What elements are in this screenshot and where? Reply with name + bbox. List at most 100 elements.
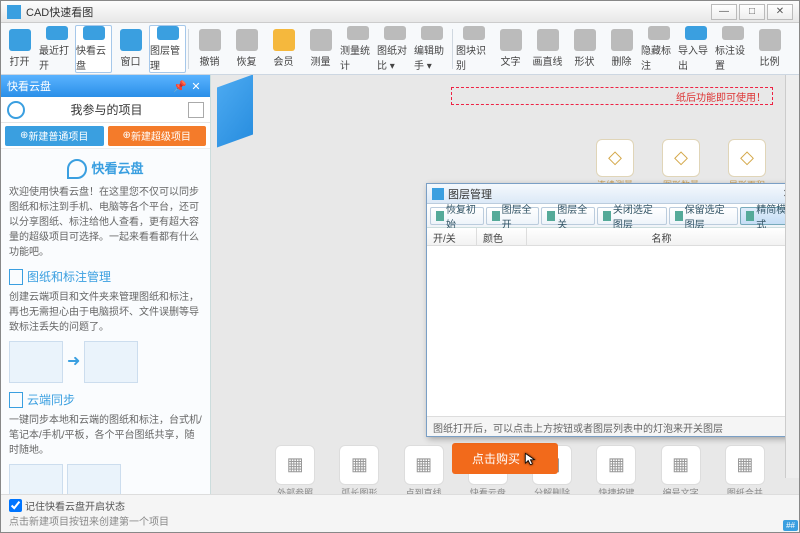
toolbar-cloud[interactable]: 快看云盘 <box>75 25 112 73</box>
thumb <box>84 341 138 383</box>
remember-checkbox-input[interactable] <box>9 499 22 512</box>
maximize-button[interactable]: □ <box>739 4 765 20</box>
feature-icon: ▦ <box>725 445 765 485</box>
statusbar: 记住快看云盘开启状态 点击新建项目按钮来创建第一个项目 <box>1 494 799 532</box>
toolbar-hide[interactable]: 隐藏标注 <box>640 25 677 73</box>
thumb <box>9 464 63 494</box>
block-icon <box>463 26 485 40</box>
close-button[interactable]: ✕ <box>767 4 793 20</box>
cloud-icon <box>83 26 105 40</box>
annset-icon <box>722 26 744 40</box>
panel-subheader: 我参与的项目 <box>1 97 210 123</box>
cloud-icon <box>7 101 25 119</box>
toolbar-recent[interactable]: 最近打开 <box>38 25 75 73</box>
toolbar-shape[interactable]: 形状 <box>566 25 603 73</box>
btn-icon <box>603 211 611 221</box>
toolbar-mstat[interactable]: 测量统计 <box>339 25 376 73</box>
btn-icon <box>547 211 555 221</box>
app-title: CAD快速看图 <box>26 4 93 20</box>
thumb <box>67 464 121 494</box>
window-icon <box>120 29 142 51</box>
toolbar-undo[interactable]: 撤销 <box>191 25 228 73</box>
new-super-project-button[interactable]: ⊕ 新建超级项目 <box>108 126 207 146</box>
toolbar-del[interactable]: 删除 <box>603 25 640 73</box>
section-heading-2: 云端同步 <box>9 391 202 409</box>
toolbar-text[interactable]: 文字 <box>492 25 529 73</box>
feature-icon: ▦ <box>596 445 636 485</box>
vip-icon <box>273 29 295 51</box>
dialog-columns: 开/关 颜色 名称 <box>427 228 797 246</box>
toolbar-measure[interactable]: 测量 <box>302 25 339 73</box>
toolbar-scale[interactable]: 比例 <box>751 25 788 73</box>
pin-icon[interactable]: 📌 <box>172 80 188 93</box>
toolbar-redo[interactable]: 恢复 <box>228 25 265 73</box>
feature-icon: ▦ <box>275 445 315 485</box>
toolbar-io[interactable]: 导入导出 <box>677 25 714 73</box>
body: 快看云盘 📌 ✕ 我参与的项目 ⊕ 新建普通项目 ⊕ 新建超级项目 快看云盘 欢… <box>1 75 799 494</box>
layer-dialog: 图层管理 ✕ 恢复初始图层全开图层全关关闭选定图层保留选定图层精简模式 开/关 … <box>426 183 798 437</box>
toolbar-line[interactable]: 画直线 <box>529 25 566 73</box>
toolbar-annset[interactable]: 标注设置 <box>714 25 751 73</box>
dialog-icon <box>432 188 444 200</box>
undo-icon <box>199 29 221 51</box>
brand-row: 快看云盘 <box>9 159 202 179</box>
panel-title: 快看云盘 <box>7 78 51 94</box>
dialog-btn[interactable]: 关闭选定图层 <box>597 207 667 225</box>
brand-text: 快看云盘 <box>91 159 143 179</box>
feature-card[interactable]: ▦快捷按键自由设定 <box>588 445 644 494</box>
new-normal-project-button[interactable]: ⊕ 新建普通项目 <box>5 126 104 146</box>
buy-button[interactable]: 点击购买 <box>452 443 558 474</box>
toolbar-vip[interactable]: 会员 <box>265 25 302 73</box>
dialog-hint: 图纸打开后，可以点击上方按钮或者图层列表中的灯泡来开关图层 <box>427 416 797 436</box>
text-icon <box>500 29 522 51</box>
layer-icon <box>157 26 179 40</box>
col-name: 名称 <box>527 228 797 245</box>
arrow-icon: ➜ <box>67 350 80 374</box>
toolbar-window[interactable]: 窗口 <box>112 25 149 73</box>
feature-card[interactable]: ▦弧长图形一点就改 <box>331 445 387 494</box>
feature-icon: ◇ <box>596 139 634 177</box>
project-buttons: ⊕ 新建普通项目 ⊕ 新建超级项目 <box>1 123 210 149</box>
btn-icon <box>746 211 754 221</box>
panel-close-icon[interactable]: ✕ <box>188 80 204 93</box>
remember-checkbox[interactable]: 记住快看云盘开启状态 <box>9 498 791 513</box>
redo-icon <box>236 29 258 51</box>
brand-cloud-icon <box>67 159 87 179</box>
cloud-panel: 快看云盘 📌 ✕ 我参与的项目 ⊕ 新建普通项目 ⊕ 新建超级项目 快看云盘 欢… <box>1 75 211 494</box>
toolbar-compare[interactable]: 图纸对比 ▾ <box>376 25 413 73</box>
dialog-btn[interactable]: 图层全开 <box>486 207 540 225</box>
feature-card[interactable]: ▦图纸合并移动复制 <box>717 445 773 494</box>
dialog-btn[interactable]: 恢复初始 <box>430 207 484 225</box>
btn-icon <box>492 211 500 221</box>
scale-icon <box>759 29 781 51</box>
minimize-button[interactable]: — <box>711 4 737 20</box>
toolbar-edithelp[interactable]: 编辑助手 ▾ <box>413 25 450 73</box>
toolbar-open[interactable]: 打开 <box>1 25 38 73</box>
edithelp-icon <box>421 26 443 40</box>
feature-card[interactable]: ▦编号文字快速编辑 <box>653 445 709 494</box>
vertical-scrollbar[interactable] <box>785 75 799 478</box>
line-icon <box>537 29 559 51</box>
toolbar-layer[interactable]: 图层管理 <box>149 25 186 73</box>
app-window: CAD快速看图 — □ ✕ 打开最近打开快看云盘窗口图层管理撤销恢复会员测量测量… <box>0 0 800 533</box>
toolbar-block[interactable]: 图块识别 <box>455 25 492 73</box>
dialog-title: 图层管理 <box>448 186 492 202</box>
cursor-icon <box>524 452 538 466</box>
watermark: ## <box>783 520 798 531</box>
btn-icon <box>675 211 683 221</box>
app-icon <box>7 5 21 19</box>
dialog-btn[interactable]: 保留选定图层 <box>669 207 739 225</box>
compare-icon <box>384 26 406 40</box>
warning-text: 纸后功能即可使用！ <box>676 89 766 104</box>
feature-card[interactable]: ▦点到直线距离立显 <box>396 445 452 494</box>
feature-card[interactable]: ▦外部参照轻松搞定 <box>267 445 323 494</box>
dialog-btn[interactable]: 图层全关 <box>541 207 595 225</box>
section-heading-1: 图纸和标注管理 <box>9 268 202 286</box>
feature-icon: ◇ <box>662 139 700 177</box>
section-text-1: 创建云端项目和文件夹来管理图纸和标注，再也无需担心由于电脑损坏、文件误删等导致标… <box>9 290 202 335</box>
btn-icon <box>436 211 444 221</box>
refresh-icon[interactable] <box>188 102 204 118</box>
warning-banner: 纸后功能即可使用！ <box>451 87 773 105</box>
dialog-toolbar: 恢复初始图层全开图层全关关闭选定图层保留选定图层精简模式 <box>427 204 797 228</box>
titlebar: CAD快速看图 — □ ✕ <box>1 1 799 23</box>
